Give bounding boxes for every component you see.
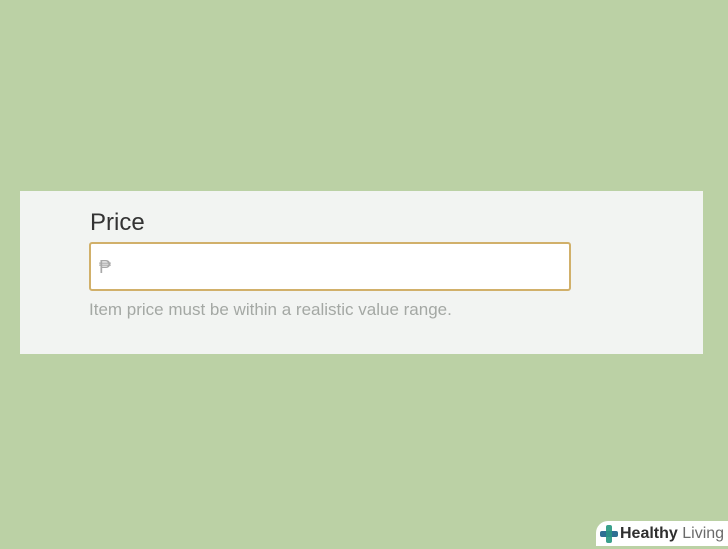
price-input[interactable]	[121, 244, 561, 289]
price-field[interactable]: ₱	[89, 242, 571, 291]
watermark-brand-light: Living	[677, 525, 725, 542]
price-help-text: Item price must be within a realistic va…	[89, 300, 452, 319]
price-form-panel: Price ₱ Item price must be within a real…	[20, 191, 703, 354]
price-label: Price	[90, 209, 145, 236]
brand-watermark: Healthy Living	[596, 521, 728, 546]
currency-symbol: ₱	[99, 257, 112, 277]
plus-cross-icon	[600, 524, 618, 544]
watermark-text: Healthy Living	[620, 524, 724, 544]
watermark-brand-bold: Healthy	[620, 525, 678, 542]
